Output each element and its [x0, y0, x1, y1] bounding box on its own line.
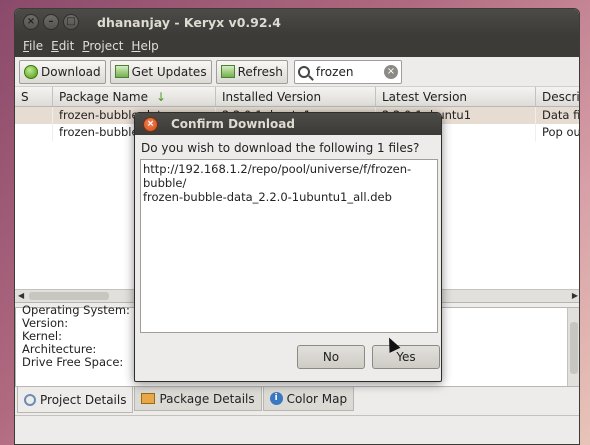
dialog-close-button[interactable]: × [143, 116, 158, 132]
sort-down-icon: ↓ [155, 90, 167, 104]
column-label: Package Name [59, 90, 148, 104]
menu-edit[interactable]: Edit [47, 39, 78, 53]
refresh-icon [220, 65, 235, 78]
scroll-right-icon[interactable]: ▶ [572, 290, 578, 302]
column-header-installed-version[interactable]: Installed Version [216, 87, 376, 106]
cell-status [15, 107, 53, 124]
cell-description: Data fil [536, 107, 579, 124]
dialog-title-bar: × Confirm Download [135, 113, 441, 135]
cell-description: Pop out [536, 124, 579, 141]
tab-color-map[interactable]: i Color Map [262, 387, 355, 411]
minimize-window-button[interactable]: – [43, 14, 59, 30]
column-header-status[interactable]: S [15, 87, 53, 106]
file-list-textarea[interactable]: http://192.168.1.2/repo/pool/universe/f/… [140, 159, 438, 333]
close-window-button[interactable]: × [23, 14, 39, 30]
get-updates-button[interactable]: Get Updates [109, 59, 212, 84]
download-button[interactable]: Download [19, 59, 106, 84]
package-icon [141, 393, 156, 404]
title-bar: × – □ dhananjay - Keryx v0.92.4 [15, 9, 579, 35]
column-header-latest-version[interactable]: Latest Version [376, 87, 536, 106]
dialog-question: Do you wish to download the following 1 … [141, 141, 420, 155]
refresh-button[interactable]: Refresh [215, 59, 288, 84]
toolbar: Download Get Updates Refresh frozen × [15, 57, 579, 87]
scroll-left-icon[interactable]: ◀ [18, 290, 24, 302]
maximize-window-button[interactable]: □ [63, 14, 79, 30]
table-header: S Package Name ↓ Installed Version Latest… [15, 87, 579, 107]
scroll-thumb[interactable] [570, 322, 578, 374]
updates-icon [114, 65, 129, 78]
column-header-package-name[interactable]: Package Name ↓ [53, 87, 216, 106]
get-updates-label: Get Updates [131, 64, 207, 79]
column-header-description[interactable]: Descrip [536, 87, 579, 106]
status-bar [15, 415, 579, 437]
dialog-title: Confirm Download [171, 117, 295, 131]
search-icon [297, 65, 310, 78]
tab-label: Package Details [159, 391, 255, 406]
gear-icon [24, 393, 36, 406]
search-value: frozen [315, 64, 354, 79]
download-icon [24, 64, 38, 79]
download-label: Download [41, 64, 101, 79]
tab-label: Color Map [286, 391, 348, 406]
refresh-label: Refresh [237, 64, 283, 79]
tab-label: Project Details [40, 392, 127, 407]
info-icon: i [269, 392, 283, 405]
clear-search-icon[interactable]: × [383, 64, 398, 79]
cell-status [15, 124, 53, 141]
menu-project[interactable]: Project [78, 39, 127, 53]
vertical-scrollbar[interactable] [567, 308, 579, 386]
search-input[interactable]: frozen × [293, 59, 402, 84]
no-button[interactable]: No [297, 345, 365, 369]
menu-bar: File Edit Project Help [15, 35, 579, 57]
menu-help[interactable]: Help [127, 39, 162, 53]
file-line: frozen-bubble-data_2.2.0-1ubuntu1_all.de… [143, 190, 392, 204]
window-title: dhananjay - Keryx v0.92.4 [97, 14, 281, 30]
tab-bar: Project Details Package Details i Color … [17, 387, 355, 413]
menu-file[interactable]: File [19, 39, 47, 53]
tab-project-details[interactable]: Project Details [17, 387, 134, 413]
tab-package-details[interactable]: Package Details [134, 387, 262, 411]
yes-button[interactable]: Yes [372, 345, 440, 369]
scroll-thumb[interactable] [29, 292, 109, 300]
file-line: http://192.168.1.2/repo/pool/universe/f/… [143, 162, 412, 190]
